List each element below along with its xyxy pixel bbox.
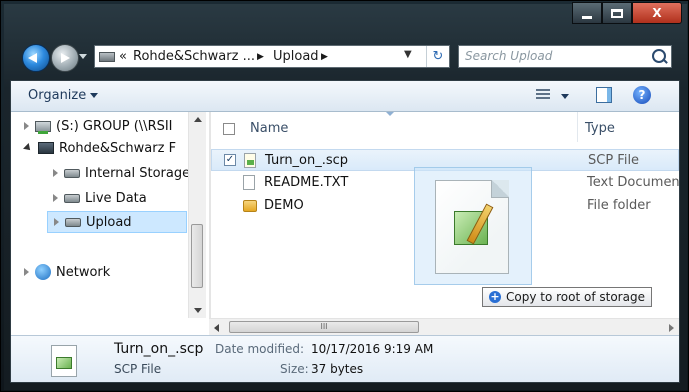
forward-button[interactable] xyxy=(51,44,79,72)
organize-label: Organize xyxy=(28,88,87,103)
back-arrow-icon xyxy=(28,53,37,63)
collapse-arrow-icon[interactable] xyxy=(23,143,33,153)
expand-arrow-icon[interactable] xyxy=(53,169,58,177)
scroll-right-icon[interactable] xyxy=(669,324,674,332)
row-checkbox[interactable]: ✓ xyxy=(224,154,236,166)
folder-icon xyxy=(243,200,257,212)
navigation-pane-footer xyxy=(11,318,209,335)
file-name: Turn_on_.scp xyxy=(265,153,349,168)
date-modified-value: 10/17/2016 9:19 AM xyxy=(311,342,434,356)
address-dropdown-icon[interactable]: ▼ xyxy=(404,49,412,60)
tree-item-label: Internal Storage xyxy=(85,165,191,181)
drag-tooltip-label: Copy to root of storage xyxy=(506,290,645,304)
navigation-pane: (S:) GROUP (\\RSII Rohde&Schwarz F Inter… xyxy=(11,112,208,318)
expand-arrow-icon[interactable] xyxy=(24,122,29,130)
date-modified-label: Date modified: xyxy=(215,342,305,356)
navigation-pane-scrollbar[interactable] xyxy=(188,112,206,318)
column-header-type[interactable]: Type xyxy=(585,121,615,136)
file-name: README.TXT xyxy=(264,175,349,190)
network-icon xyxy=(35,264,51,280)
explorer-window: X « Rohde&Schwarz ... ▶ Upload ▶ ▼ ↻ Sea… xyxy=(0,0,689,392)
file-type: SCP File xyxy=(588,153,640,168)
expand-arrow-icon[interactable] xyxy=(53,194,58,202)
breadcrumb-rohde-schwarz[interactable]: Rohde&Schwarz ... xyxy=(133,49,255,64)
network-drive-icon xyxy=(35,120,51,134)
drive-icon xyxy=(64,168,80,178)
tree-item-label: Rohde&Schwarz F xyxy=(59,140,177,156)
file-name: DEMO xyxy=(264,198,304,213)
column-header-name[interactable]: Name xyxy=(250,121,288,136)
close-button[interactable]: X xyxy=(632,2,682,24)
drive-icon xyxy=(64,193,80,203)
breadcrumb-separator-icon[interactable]: ▶ xyxy=(257,52,264,62)
explorer-client-area: Organize ? (S:) GROUP (\\RSII Rohde&Schw… xyxy=(10,80,680,383)
tree-item-live-data[interactable]: Live Data xyxy=(53,187,147,209)
device-icon xyxy=(38,142,54,154)
breadcrumb-separator-icon[interactable]: ▶ xyxy=(321,52,328,62)
maximize-icon xyxy=(611,8,623,18)
forward-arrow-icon xyxy=(61,53,70,63)
tree-item-internal-storage[interactable]: Internal Storage xyxy=(53,162,190,184)
drag-tooltip: + Copy to root of storage xyxy=(482,287,652,307)
breadcrumb-upload[interactable]: Upload xyxy=(273,49,319,64)
sort-indicator-icon xyxy=(386,112,394,116)
command-bar: Organize ? xyxy=(11,81,679,112)
help-icon[interactable]: ? xyxy=(633,86,651,104)
file-type: Text Documen xyxy=(587,175,680,190)
navigation-row: « Rohde&Schwarz ... ▶ Upload ▶ ▼ ↻ Searc… xyxy=(10,39,680,73)
select-all-checkbox[interactable] xyxy=(223,123,235,135)
details-pane: Turn_on_.scp SCP File Date modified: 10/… xyxy=(11,335,679,382)
scroll-down-icon[interactable] xyxy=(194,308,202,313)
plus-icon: + xyxy=(489,290,501,303)
view-options-dropdown-icon[interactable] xyxy=(561,94,569,99)
tree-item-label: (S:) GROUP (\\RSII xyxy=(56,118,173,134)
address-overflow-chevron[interactable]: « xyxy=(119,49,127,64)
scp-file-icon xyxy=(244,153,256,168)
refresh-button[interactable]: ↻ xyxy=(426,46,449,67)
recent-pages-dropdown[interactable] xyxy=(79,54,87,59)
horizontal-scrollbar[interactable]: III xyxy=(209,318,679,336)
scp-document-icon xyxy=(435,180,509,274)
tree-item-group-drive[interactable]: (S:) GROUP (\\RSII xyxy=(24,115,173,137)
expand-arrow-icon[interactable] xyxy=(54,218,59,226)
details-file-type: SCP File xyxy=(114,362,162,376)
column-divider[interactable] xyxy=(577,112,578,142)
change-view-icon[interactable] xyxy=(536,89,550,101)
scroll-up-icon[interactable] xyxy=(194,117,202,122)
drive-icon xyxy=(65,217,81,227)
minimize-icon xyxy=(582,15,592,19)
tree-item-network[interactable]: Network xyxy=(24,261,110,283)
caption-buttons: X xyxy=(572,2,682,26)
organize-menu[interactable]: Organize xyxy=(28,88,99,103)
tree-item-label: Upload xyxy=(86,214,132,230)
tree-item-label: Live Data xyxy=(85,190,147,206)
expand-arrow-icon[interactable] xyxy=(24,268,29,276)
drive-icon xyxy=(99,52,115,62)
size-value: 37 bytes xyxy=(311,362,364,376)
text-file-icon xyxy=(243,175,255,190)
scp-file-large-icon xyxy=(51,345,77,377)
size-label: Size: xyxy=(280,362,309,376)
maximize-button[interactable] xyxy=(602,2,632,24)
preview-pane-icon[interactable] xyxy=(596,87,612,103)
address-bar[interactable]: « Rohde&Schwarz ... ▶ Upload ▶ ▼ ↻ xyxy=(94,45,450,68)
minimize-button[interactable] xyxy=(572,2,602,24)
scroll-left-icon[interactable] xyxy=(214,324,219,332)
search-placeholder: Search Upload xyxy=(465,49,553,63)
tree-item-upload[interactable]: Upload xyxy=(47,211,187,233)
details-file-name: Turn_on_.scp xyxy=(114,341,204,357)
back-button[interactable] xyxy=(22,44,50,72)
organize-caret-icon xyxy=(90,93,99,98)
scroll-thumb[interactable] xyxy=(191,224,203,288)
drag-preview xyxy=(414,167,532,285)
search-icon[interactable] xyxy=(652,49,666,63)
tree-item-rohde-schwarz[interactable]: Rohde&Schwarz F xyxy=(23,137,177,159)
tree-item-label: Network xyxy=(56,264,111,280)
search-box[interactable]: Search Upload xyxy=(458,45,672,68)
file-type: File folder xyxy=(587,198,651,213)
horizontal-scroll-thumb[interactable]: III xyxy=(229,321,419,333)
